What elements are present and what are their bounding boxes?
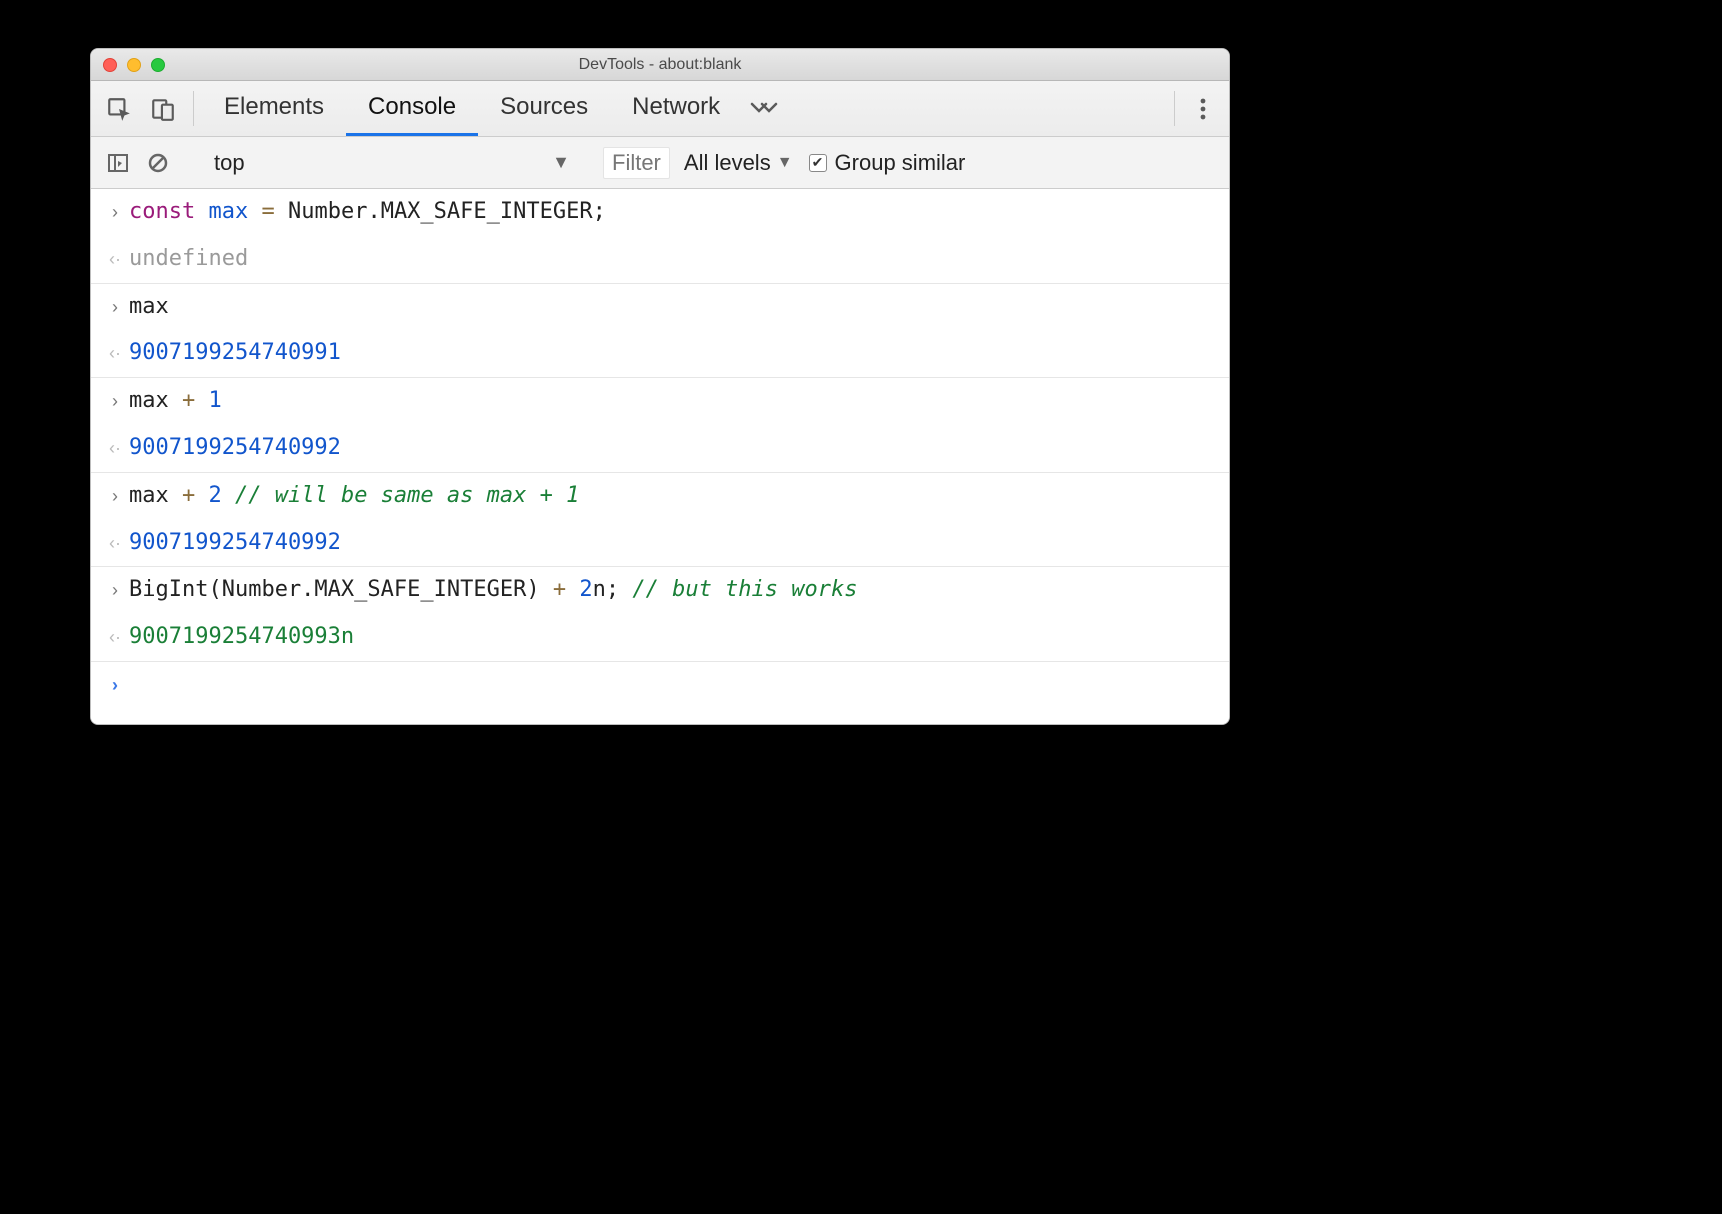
log-levels-label: All levels [684, 150, 771, 176]
console-output-value: 9007199254740993n [129, 622, 354, 653]
output-prompt-icon: ‹· [101, 244, 129, 272]
tab-network[interactable]: Network [610, 81, 742, 136]
token-numlit: 1 [208, 388, 221, 413]
output-prompt-icon: ‹· [101, 433, 129, 461]
devtools-menu-icon[interactable] [1183, 81, 1223, 136]
separator [193, 91, 194, 126]
console-entry: ›max + 1‹·9007199254740992 [91, 378, 1229, 473]
console-input-code: max [129, 292, 169, 323]
token-op: + [182, 483, 195, 508]
log-levels-selector[interactable]: All levels ▼ [684, 150, 793, 176]
token-plain: max [129, 294, 169, 319]
output-prompt-icon: ‹· [101, 338, 129, 366]
console-input-code: const max = Number.MAX_SAFE_INTEGER; [129, 197, 606, 228]
window-titlebar: DevTools - about:blank [91, 49, 1229, 81]
token-plain [195, 388, 208, 413]
console-input-code: max + 1 [129, 386, 222, 417]
filter-input[interactable]: Filter [603, 147, 670, 179]
console-output: ›const max = Number.MAX_SAFE_INTEGER;‹·u… [91, 189, 1229, 724]
input-prompt-icon: › [101, 292, 129, 320]
token-plain [248, 199, 261, 224]
token-plain: Number.MAX_SAFE_INTEGER; [275, 199, 606, 224]
console-output-value: 9007199254740992 [129, 528, 341, 559]
console-entry: ›max + 2 // will be same as max + 1‹·900… [91, 473, 1229, 568]
input-prompt-icon: › [101, 575, 129, 603]
console-input-row[interactable]: ›max + 2 // will be same as max + 1 [91, 473, 1229, 520]
inspect-element-icon[interactable] [97, 81, 141, 136]
tab-elements[interactable]: Elements [202, 81, 346, 136]
console-output-value: 9007199254740991 [129, 338, 341, 369]
token-kw: const [129, 199, 195, 224]
console-sidebar-toggle-icon[interactable] [101, 152, 135, 174]
console-output-value: 9007199254740992 [129, 433, 341, 464]
clear-console-icon[interactable] [141, 152, 175, 174]
separator [1174, 91, 1175, 126]
input-prompt-icon: › [101, 670, 129, 698]
output-prompt-icon: ‹· [101, 528, 129, 556]
console-output-row: ‹·9007199254740992 [91, 520, 1229, 567]
token-ident: max [208, 199, 248, 224]
console-input-row[interactable]: ›max [91, 284, 1229, 331]
token-plain: n; [593, 577, 633, 602]
console-filter-bar: top ▼ Filter All levels ▼ ✔ Group simila… [91, 137, 1229, 189]
console-entry: ›const max = Number.MAX_SAFE_INTEGER;‹·u… [91, 189, 1229, 284]
console-input-code: BigInt(Number.MAX_SAFE_INTEGER) + 2n; //… [129, 575, 858, 606]
group-similar-label: Group similar [835, 150, 966, 176]
token-plain [195, 199, 208, 224]
token-bigint: 9007199254740993n [129, 624, 354, 649]
token-num: 9007199254740992 [129, 530, 341, 555]
token-op: + [553, 577, 566, 602]
console-output-row: ‹·9007199254740993n [91, 614, 1229, 661]
group-similar-toggle[interactable]: ✔ Group similar [809, 150, 966, 176]
token-comment: // but this works [632, 577, 857, 602]
input-prompt-icon: › [101, 386, 129, 414]
token-numlit: 2 [579, 577, 592, 602]
tab-console[interactable]: Console [346, 81, 478, 136]
execution-context-label: top [214, 150, 245, 176]
token-num: 9007199254740991 [129, 340, 341, 365]
console-input-row[interactable]: ›const max = Number.MAX_SAFE_INTEGER; [91, 189, 1229, 236]
device-toolbar-icon[interactable] [141, 81, 185, 136]
console-output-row: ‹·9007199254740992 [91, 425, 1229, 472]
output-prompt-icon: ‹· [101, 622, 129, 650]
window-title: DevTools - about:blank [91, 56, 1229, 74]
input-prompt-icon: › [101, 481, 129, 509]
filter-placeholder: Filter [612, 150, 661, 175]
checkbox-icon: ✔ [809, 154, 827, 172]
token-numlit: 2 [208, 483, 221, 508]
token-plain [195, 483, 208, 508]
console-input-code: max + 2 // will be same as max + 1 [129, 481, 579, 512]
devtools-tabs: ElementsConsoleSourcesNetwork [91, 81, 1229, 137]
token-plain: max [129, 388, 182, 413]
console-output-value: undefined [129, 244, 248, 275]
input-prompt-icon: › [101, 197, 129, 225]
console-entry: ›BigInt(Number.MAX_SAFE_INTEGER) + 2n; /… [91, 567, 1229, 662]
console-entry: ›max‹·9007199254740991 [91, 284, 1229, 379]
token-plain: max [129, 483, 182, 508]
token-plain [566, 577, 579, 602]
tab-sources[interactable]: Sources [478, 81, 610, 136]
token-op: = [261, 199, 274, 224]
devtools-window: DevTools - about:blank ElementsConsoleSo… [90, 48, 1230, 725]
console-output-row: ‹·9007199254740991 [91, 330, 1229, 377]
token-plain [222, 483, 235, 508]
token-comment: // will be same as max + 1 [235, 483, 579, 508]
console-output-row: ‹·undefined [91, 236, 1229, 283]
chevron-down-icon: ▼ [777, 154, 793, 172]
console-input-row[interactable]: ›BigInt(Number.MAX_SAFE_INTEGER) + 2n; /… [91, 567, 1229, 614]
chevron-down-icon: ▼ [552, 152, 570, 173]
console-live-prompt[interactable]: › [91, 662, 1229, 724]
console-input-row[interactable]: ›max + 1 [91, 378, 1229, 425]
more-tabs-icon[interactable] [742, 81, 786, 136]
token-undef: undefined [129, 246, 248, 271]
token-plain: BigInt(Number.MAX_SAFE_INTEGER) [129, 577, 553, 602]
token-op: + [182, 388, 195, 413]
token-num: 9007199254740992 [129, 435, 341, 460]
execution-context-selector[interactable]: top ▼ [204, 150, 574, 176]
